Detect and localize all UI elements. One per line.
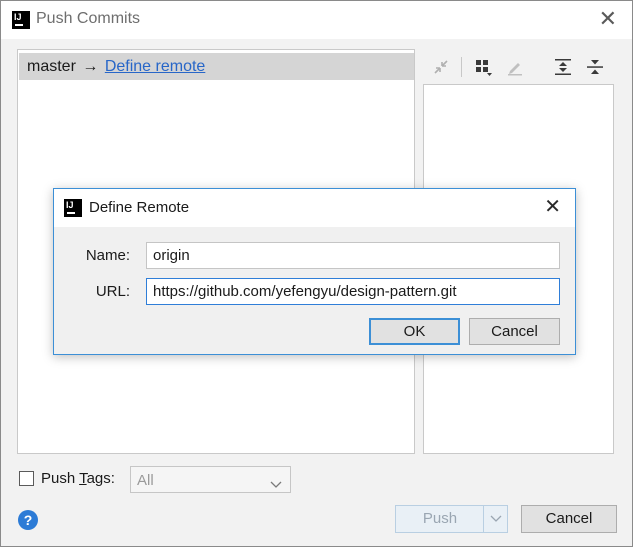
- window-title: Push Commits: [36, 10, 141, 27]
- dialog-close-button[interactable]: ✕: [544, 197, 561, 217]
- name-label: Name:: [85, 247, 130, 264]
- branch-row[interactable]: master → Define remote: [19, 53, 414, 80]
- url-input[interactable]: [146, 278, 560, 305]
- intellij-app-icon: IJ: [64, 199, 82, 217]
- dialog-title: Define Remote: [89, 199, 190, 216]
- arrow-right-icon: →: [82, 58, 99, 75]
- toolbar-separator: [461, 57, 462, 77]
- define-remote-dialog: IJ Define Remote ✕ Name: URL: OK Cancel: [53, 188, 576, 355]
- window-title-bar: IJ Push Commits ✕: [1, 1, 632, 39]
- expand-all-icon[interactable]: [551, 53, 575, 81]
- collapse-arrows-icon[interactable]: [429, 53, 453, 81]
- edit-icon[interactable]: [503, 53, 527, 81]
- push-tags-label: Push Tags:: [41, 470, 115, 487]
- push-tags-selected-value: All: [137, 472, 154, 489]
- details-toolbar: [425, 53, 625, 81]
- chevron-down-icon: [270, 476, 282, 493]
- help-icon[interactable]: ?: [18, 510, 38, 530]
- window-close-button[interactable]: ✕: [599, 8, 617, 30]
- dialog-title-bar: IJ Define Remote ✕: [54, 189, 575, 227]
- push-options-dropdown[interactable]: [484, 506, 508, 532]
- push-button[interactable]: Push: [395, 505, 508, 533]
- define-remote-link[interactable]: Define remote: [105, 58, 206, 75]
- branch-name: master: [27, 58, 76, 75]
- cancel-button[interactable]: Cancel: [521, 505, 617, 533]
- ok-button[interactable]: OK: [369, 318, 460, 345]
- intellij-app-icon: IJ: [12, 11, 30, 29]
- group-by-icon[interactable]: [471, 53, 495, 81]
- name-input[interactable]: [146, 242, 560, 269]
- push-button-label: Push: [422, 510, 458, 527]
- push-tags-select[interactable]: All: [130, 466, 291, 493]
- collapse-all-icon[interactable]: [583, 53, 607, 81]
- dialog-cancel-button[interactable]: Cancel: [469, 318, 560, 345]
- url-label: URL:: [95, 283, 130, 300]
- push-tags-checkbox[interactable]: [19, 471, 34, 486]
